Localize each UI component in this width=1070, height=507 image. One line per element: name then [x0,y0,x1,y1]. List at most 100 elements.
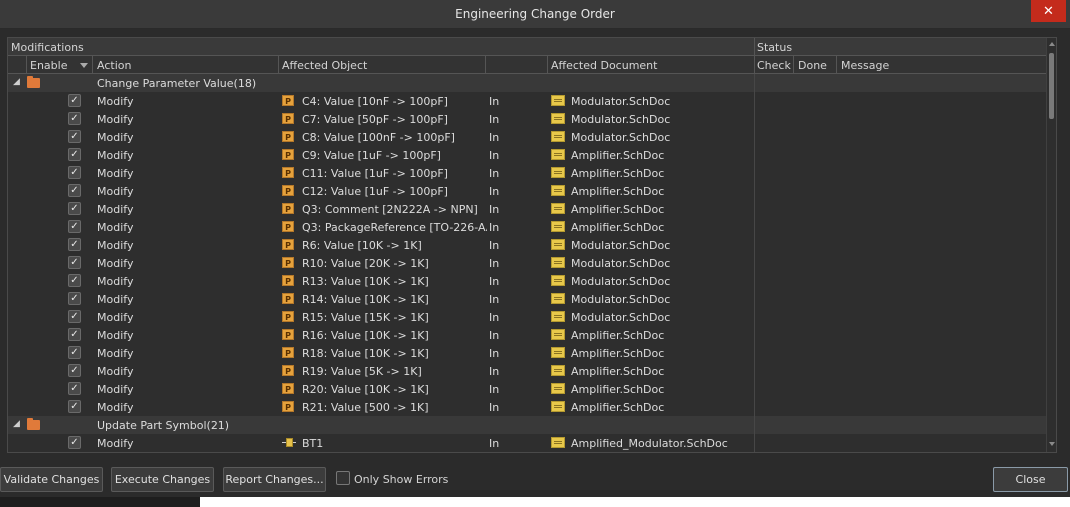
validate-changes-button[interactable]: Validate Changes [0,467,103,492]
affected-object-cell: C12: Value [1uF -> 100pF] [302,185,448,198]
enable-checkbox[interactable]: ✓ [68,130,81,143]
schematic-document-icon [551,383,565,394]
table-row[interactable]: ✓ Modify P C9: Value [1uF -> 100pF] In Amplif… [8,146,1046,164]
table-row[interactable]: ✓ Modify P R6: Value [10K -> 1K] In Modulator… [8,236,1046,254]
action-cell: Modify [97,275,134,288]
enable-checkbox[interactable]: ✓ [68,328,81,341]
affected-object-cell: C8: Value [100nF -> 100pF] [302,131,455,144]
action-cell: Modify [97,257,134,270]
table-row[interactable]: ✓ Modify P R13: Value [10K -> 1K] In Modulato… [8,272,1046,290]
in-cell: In [489,167,500,180]
enable-checkbox[interactable]: ✓ [68,148,81,161]
report-changes-button[interactable]: Report Changes... [223,467,326,492]
table-row[interactable]: ✓ Modify P R18: Value [10K -> 1K] In Amplifie… [8,344,1046,362]
col-affected-object[interactable]: Affected Object [282,59,367,72]
affected-object-cell: R20: Value [10K -> 1K] [302,383,429,396]
action-cell: Modify [97,311,134,324]
table-row[interactable]: ✓ Modify P C12: Value [1uF -> 100pF] In Ampli… [8,182,1046,200]
in-cell: In [489,329,500,342]
action-cell: Modify [97,347,134,360]
schematic-canvas [200,497,1070,507]
schematic-document-icon [551,221,565,232]
enable-checkbox[interactable]: ✓ [68,184,81,197]
close-icon[interactable]: ✕ [1031,0,1066,22]
expander-icon[interactable]: ◢ [13,77,20,87]
affected-document-cell: Amplifier.SchDoc [571,185,665,198]
scroll-up-icon[interactable] [1049,42,1055,46]
sort-arrow-icon[interactable] [80,63,88,68]
execute-changes-button[interactable]: Execute Changes [111,467,214,492]
affected-document-cell: Amplifier.SchDoc [571,167,665,180]
parameter-icon: P [282,149,294,160]
enable-checkbox[interactable]: ✓ [68,364,81,377]
enable-checkbox[interactable]: ✓ [68,94,81,107]
only-show-errors-checkbox[interactable] [336,471,350,485]
title-bar: Engineering Change Order ✕ [0,0,1070,29]
affected-document-cell: Amplifier.SchDoc [571,149,665,162]
table-row[interactable]: ✓ Modify P R14: Value [10K -> 1K] In Modulato… [8,290,1046,308]
affected-document-cell: Modulator.SchDoc [571,239,671,252]
affected-object-cell: C7: Value [50pF -> 100pF] [302,113,448,126]
close-button[interactable]: Close [993,467,1068,492]
window-title: Engineering Change Order [455,7,615,21]
affected-object-cell: R16: Value [10K -> 1K] [302,329,429,342]
action-cell: Modify [97,131,134,144]
table-row[interactable]: ✓ Modify P C11: Value [1uF -> 100pF] In Ampli… [8,164,1046,182]
enable-checkbox[interactable]: ✓ [68,256,81,269]
affected-document-cell: Modulator.SchDoc [571,257,671,270]
parameter-icon: P [282,275,294,286]
table-row[interactable]: ✓ Modify P Q3: PackageReference [TO-226-AA … [8,218,1046,236]
enable-checkbox[interactable]: ✓ [68,220,81,233]
table-row[interactable]: ✓ Modify P R21: Value [500 -> 1K] In Amplifie… [8,398,1046,416]
enable-checkbox[interactable]: ✓ [68,166,81,179]
enable-checkbox[interactable]: ✓ [68,346,81,359]
enable-checkbox[interactable]: ✓ [68,274,81,287]
table-row[interactable]: ✓ Modify P C7: Value [50pF -> 100pF] In Modul… [8,110,1046,128]
in-cell: In [489,311,500,324]
col-action[interactable]: Action [97,59,131,72]
in-cell: In [489,365,500,378]
table-row[interactable]: ✓ Modify P R16: Value [10K -> 1K] In Amplifie… [8,326,1046,344]
schematic-document-icon [551,239,565,250]
parameter-icon: P [282,203,294,214]
col-message[interactable]: Message [841,59,889,72]
enable-checkbox[interactable]: ✓ [68,382,81,395]
table-row[interactable]: ✓ Modify P Q3: Comment [2N222A -> NPN] In Amp… [8,200,1046,218]
affected-object-cell: Q3: PackageReference [TO-226-AA -: [302,221,487,234]
enable-checkbox[interactable]: ✓ [68,400,81,413]
enable-checkbox[interactable]: ✓ [68,112,81,125]
table-row[interactable]: ✓ Modify P R10: Value [20K -> 1K] In Modulato… [8,254,1046,272]
scroll-down-icon[interactable] [1049,442,1055,446]
affected-object-cell: R6: Value [10K -> 1K] [302,239,422,252]
enable-checkbox[interactable]: ✓ [68,238,81,251]
enable-checkbox[interactable]: ✓ [68,202,81,215]
schematic-document-icon [551,329,565,340]
scroll-thumb[interactable] [1049,53,1054,119]
enable-checkbox[interactable]: ✓ [68,310,81,323]
vertical-scrollbar[interactable] [1046,38,1056,452]
action-cell: Modify [97,401,134,414]
parameter-icon: P [282,239,294,250]
background-schematic [0,497,1070,507]
enable-checkbox[interactable]: ✓ [68,292,81,305]
table-row[interactable]: ✓ Modify BT1 In Amplified_Modulator.SchDoc [8,434,1046,452]
group-row[interactable]: ◢ Update Part Symbol(21) [8,416,1046,434]
affected-object-cell: BT1 [302,437,324,450]
expander-icon[interactable]: ◢ [13,419,20,429]
affected-object-cell: Q3: Comment [2N222A -> NPN] [302,203,478,216]
table-row[interactable]: ✓ Modify P C8: Value [100nF -> 100pF] In Modu… [8,128,1046,146]
col-enable[interactable]: Enable [30,59,67,72]
table-row[interactable]: ✓ Modify P R19: Value [5K -> 1K] In Amplifier… [8,362,1046,380]
col-check[interactable]: Check [757,59,791,72]
table-row[interactable]: ✓ Modify P R20: Value [10K -> 1K] In Amplifie… [8,380,1046,398]
group-row[interactable]: ◢ Change Parameter Value(18) [8,74,1046,92]
folder-icon [27,418,40,430]
enable-checkbox[interactable]: ✓ [68,436,81,449]
col-done[interactable]: Done [798,59,827,72]
affected-object-cell: C9: Value [1uF -> 100pF] [302,149,441,162]
schematic-document-icon [551,149,565,160]
table-row[interactable]: ✓ Modify P C4: Value [10nF -> 100pF] In Modul… [8,92,1046,110]
action-cell: Modify [97,113,134,126]
col-affected-document[interactable]: Affected Document [551,59,657,72]
table-row[interactable]: ✓ Modify P R15: Value [15K -> 1K] In Modulato… [8,308,1046,326]
